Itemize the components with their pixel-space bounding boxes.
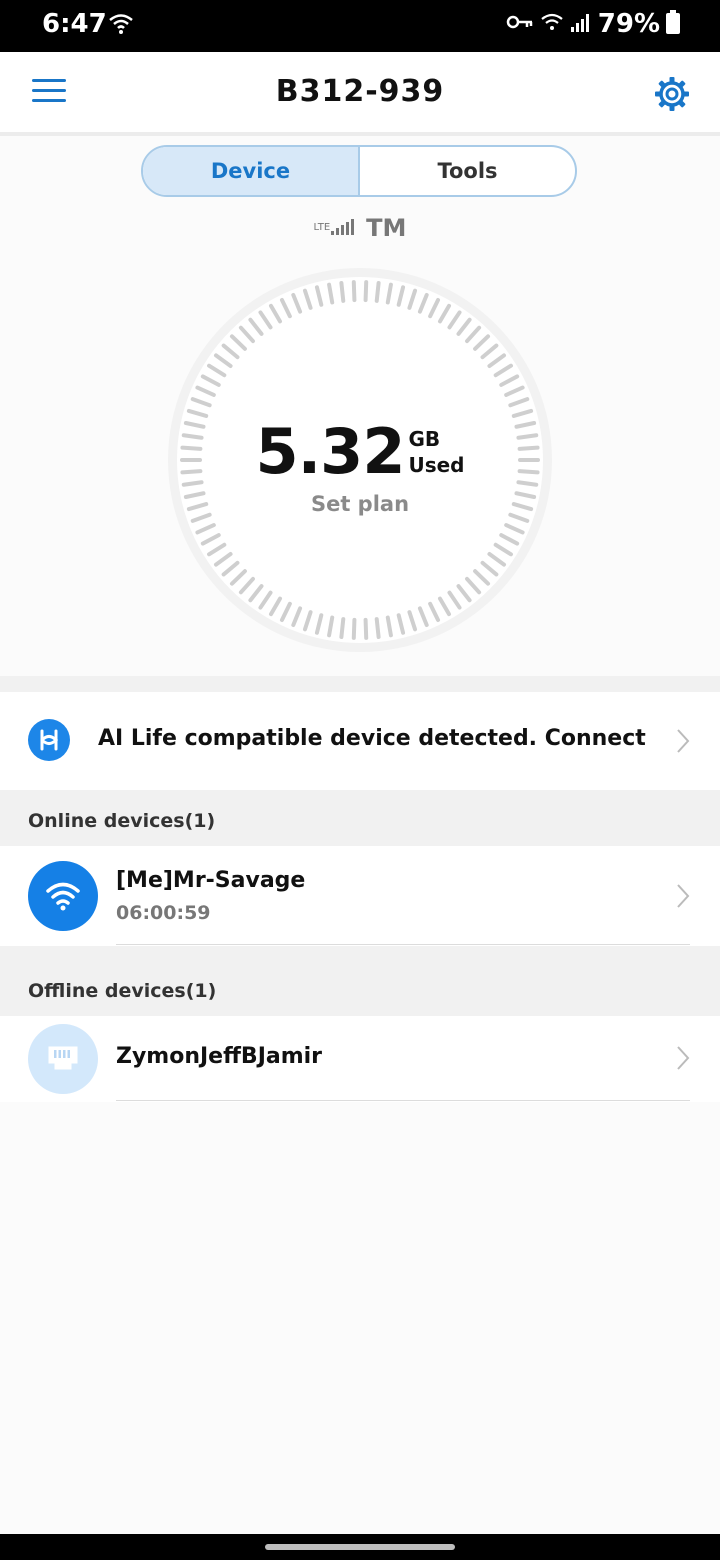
- list-item[interactable]: [Me]Mr-Savage 06:00:59: [0, 846, 720, 946]
- online-devices-title: Online devices(1): [28, 810, 216, 832]
- device-tools-tabs: Device Tools: [141, 145, 577, 197]
- status-bar: 6:47 79%: [0, 0, 720, 52]
- ai-life-text: AI Life compatible device detected. Conn…: [98, 726, 646, 751]
- gear-icon[interactable]: [654, 76, 690, 116]
- battery-percent: 79%: [597, 9, 660, 39]
- wifi-calling-icon: [540, 11, 564, 37]
- ai-life-icon: [28, 719, 70, 765]
- network-type: LTE: [313, 222, 331, 233]
- usage-display: 5.32 GB Used: [0, 420, 720, 484]
- tab-tools[interactable]: Tools: [360, 147, 575, 195]
- gauge-tick: [339, 280, 346, 303]
- cell-signal-icon: [330, 217, 356, 239]
- row-divider: [116, 944, 690, 945]
- section-divider: [0, 676, 720, 692]
- list-item[interactable]: ZymonJeffBJamir: [0, 1016, 720, 1102]
- ai-life-banner[interactable]: AI Life compatible device detected. Conn…: [0, 692, 720, 790]
- wifi-icon: [28, 861, 98, 931]
- offline-devices-title: Offline devices(1): [28, 980, 217, 1002]
- online-devices-header: Online devices(1): [0, 790, 720, 846]
- usage-value: 5.32: [255, 415, 405, 488]
- gauge-tick: [339, 617, 346, 640]
- battery-icon: [666, 10, 680, 38]
- gauge-tick: [363, 280, 369, 303]
- gauge-tick: [374, 280, 381, 303]
- system-nav-bar: [0, 1534, 720, 1560]
- ethernet-icon: [28, 1024, 98, 1094]
- chevron-right-icon: [676, 728, 690, 758]
- usage-label: Used: [408, 453, 465, 477]
- gauge-tick: [351, 617, 357, 640]
- page-title: B312-939: [275, 74, 445, 109]
- home-handle[interactable]: [265, 1544, 455, 1550]
- gauge-tick: [374, 617, 381, 640]
- offline-devices-header: Offline devices(1): [0, 946, 720, 1016]
- row-divider: [116, 1100, 690, 1101]
- app-bar: B312-939: [0, 52, 720, 136]
- vpn-key-icon: [506, 13, 534, 35]
- tab-device[interactable]: Device: [143, 147, 360, 195]
- set-plan-link[interactable]: Set plan: [0, 492, 720, 516]
- network-indicator: LTE TM: [0, 214, 720, 242]
- gauge-tick: [363, 617, 369, 640]
- gauge-tick: [351, 280, 357, 303]
- chevron-right-icon: [676, 1045, 690, 1075]
- cell-signal-icon: [570, 11, 592, 37]
- device-duration: 06:00:59: [116, 902, 211, 924]
- status-time: 6:47: [42, 9, 107, 39]
- chevron-right-icon: [676, 883, 690, 913]
- device-name: ZymonJeffBJamir: [116, 1044, 323, 1069]
- wifi-icon: [108, 12, 134, 40]
- usage-unit: GB: [408, 427, 441, 451]
- carrier-name: TM: [366, 214, 407, 242]
- device-name: [Me]Mr-Savage: [116, 868, 306, 893]
